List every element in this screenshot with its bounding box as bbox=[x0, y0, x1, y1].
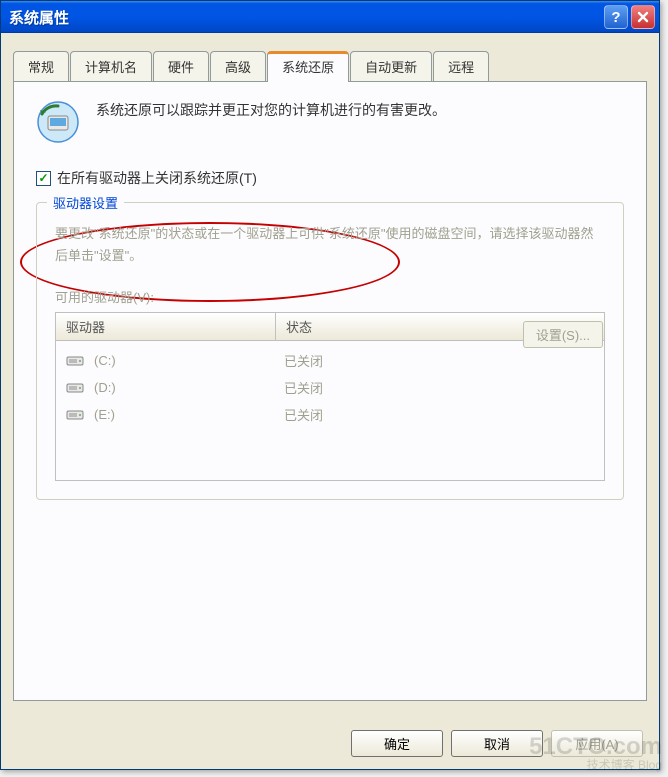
disable-restore-checkbox-row[interactable]: ✓ 在所有驱动器上关闭系统还原(T) bbox=[36, 168, 624, 188]
table-body: (C:) 已关闭 (D:) 已关闭 (E:) 已关闭 bbox=[55, 341, 605, 481]
table-row[interactable]: (D:) 已关闭 bbox=[56, 374, 604, 401]
tab-strip: 常规 计算机名 硬件 高级 系统还原 自动更新 远程 bbox=[13, 51, 647, 81]
help-button[interactable]: ? bbox=[604, 5, 628, 29]
titlebar[interactable]: 系统属性 ? bbox=[1, 1, 659, 33]
drive-status: 已关闭 bbox=[284, 405, 594, 424]
drive-settings-button: 设置(S)... bbox=[523, 321, 603, 348]
disable-restore-checkbox[interactable]: ✓ bbox=[36, 171, 51, 186]
drive-icon bbox=[66, 381, 86, 395]
drive-icon bbox=[66, 354, 86, 368]
tab-general[interactable]: 常规 bbox=[13, 51, 69, 81]
group-description: 要更改"系统还原"的状态或在一个驱动器上可供"系统还原"使用的磁盘空间，请选择该… bbox=[55, 223, 605, 267]
ok-button[interactable]: 确定 bbox=[351, 730, 443, 757]
disable-restore-label: 在所有驱动器上关闭系统还原(T) bbox=[57, 168, 257, 188]
drive-name: (D:) bbox=[94, 380, 284, 395]
system-properties-window: 系统属性 ? 常规 计算机名 硬件 高级 系统还原 自动更新 远程 bbox=[0, 0, 660, 770]
table-row[interactable]: (E:) 已关闭 bbox=[56, 401, 604, 428]
drive-name: (E:) bbox=[94, 407, 284, 422]
drive-status: 已关闭 bbox=[284, 351, 594, 370]
close-button[interactable] bbox=[631, 5, 655, 29]
drive-status: 已关闭 bbox=[284, 378, 594, 397]
tab-computer-name[interactable]: 计算机名 bbox=[70, 51, 152, 81]
available-drives-label: 可用的驱动器(V): bbox=[55, 287, 605, 306]
tab-hardware[interactable]: 硬件 bbox=[153, 51, 209, 81]
window-title: 系统属性 bbox=[9, 7, 601, 28]
col-drive[interactable]: 驱动器 bbox=[56, 313, 276, 340]
tab-advanced[interactable]: 高级 bbox=[210, 51, 266, 81]
dialog-buttons: 确定 取消 应用(A) bbox=[1, 730, 659, 757]
cancel-button[interactable]: 取消 bbox=[451, 730, 543, 757]
drive-name: (C:) bbox=[94, 353, 284, 368]
drive-icon bbox=[66, 408, 86, 422]
tab-auto-update[interactable]: 自动更新 bbox=[350, 51, 432, 81]
tab-remote[interactable]: 远程 bbox=[433, 51, 489, 81]
system-restore-icon bbox=[36, 100, 80, 144]
intro-text: 系统还原可以跟踪并更正对您的计算机进行的有害更改。 bbox=[96, 100, 446, 121]
content-area: 常规 计算机名 硬件 高级 系统还原 自动更新 远程 系统还原可以跟 bbox=[1, 33, 659, 711]
drive-settings-group: 驱动器设置 要更改"系统还原"的状态或在一个驱动器上可供"系统还原"使用的磁盘空… bbox=[36, 202, 624, 500]
apply-button: 应用(A) bbox=[551, 730, 643, 757]
group-title: 驱动器设置 bbox=[47, 193, 124, 212]
tab-panel: 系统还原可以跟踪并更正对您的计算机进行的有害更改。 ✓ 在所有驱动器上关闭系统还… bbox=[13, 81, 647, 701]
table-row[interactable]: (C:) 已关闭 bbox=[56, 347, 604, 374]
close-icon bbox=[637, 11, 649, 23]
tab-system-restore[interactable]: 系统还原 bbox=[267, 51, 349, 82]
